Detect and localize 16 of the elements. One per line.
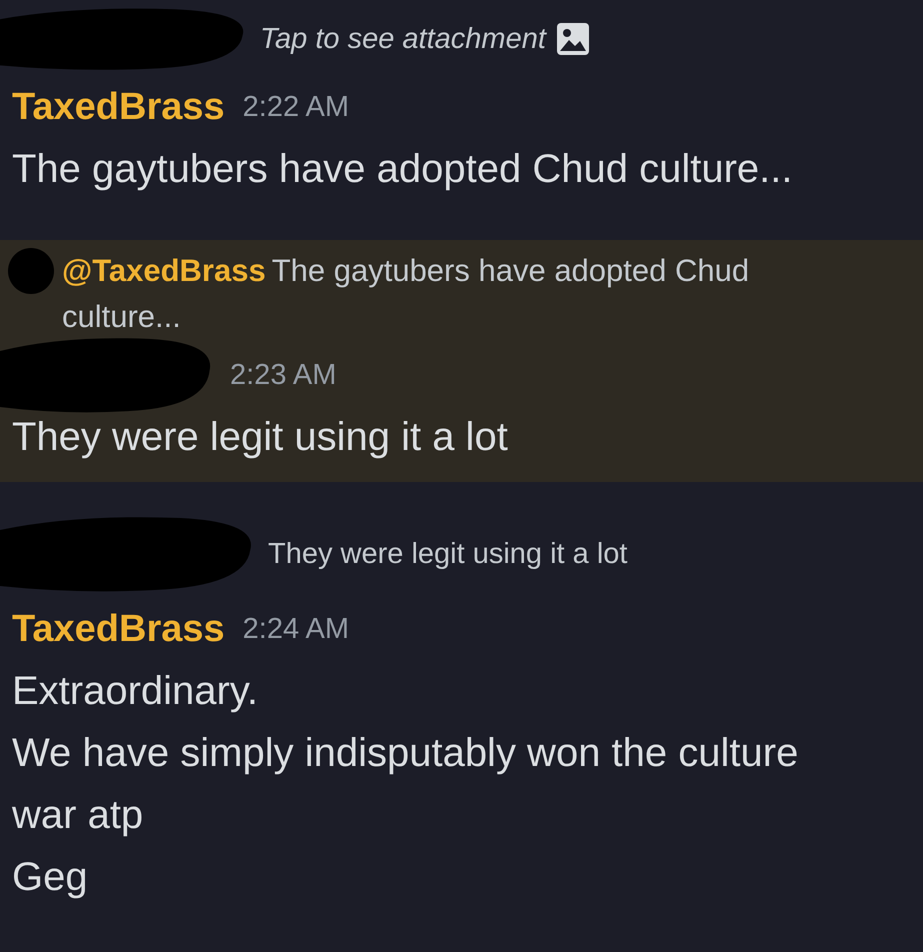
reply-preview[interactable]: Tap to see attachment (260, 22, 546, 56)
reply-preview[interactable]: They were legit using it a lot (268, 538, 628, 570)
mention-link[interactable]: @TaxedBrass (62, 253, 266, 288)
username[interactable]: TaxedBrass (12, 86, 225, 128)
timestamp: 2:24 AM (242, 612, 350, 646)
image-icon (556, 22, 590, 56)
reply-preview[interactable]: @TaxedBrass The gaytubers have adopted Chud culture... (62, 248, 782, 340)
message-text: The gaytubers have adopted Chud culture... (11, 146, 794, 193)
message-text: They were legit using it a lot (11, 414, 509, 461)
username[interactable]: TaxedBrass (12, 608, 225, 650)
timestamp: 2:22 AM (242, 90, 350, 124)
avatar (8, 248, 54, 294)
message-text: Extraordinary. (11, 668, 260, 715)
timestamp: 2:23 AM (230, 358, 336, 392)
message-text: Geg (11, 854, 89, 901)
message-text: We have simply indisputably won the culture war atp (11, 730, 800, 839)
